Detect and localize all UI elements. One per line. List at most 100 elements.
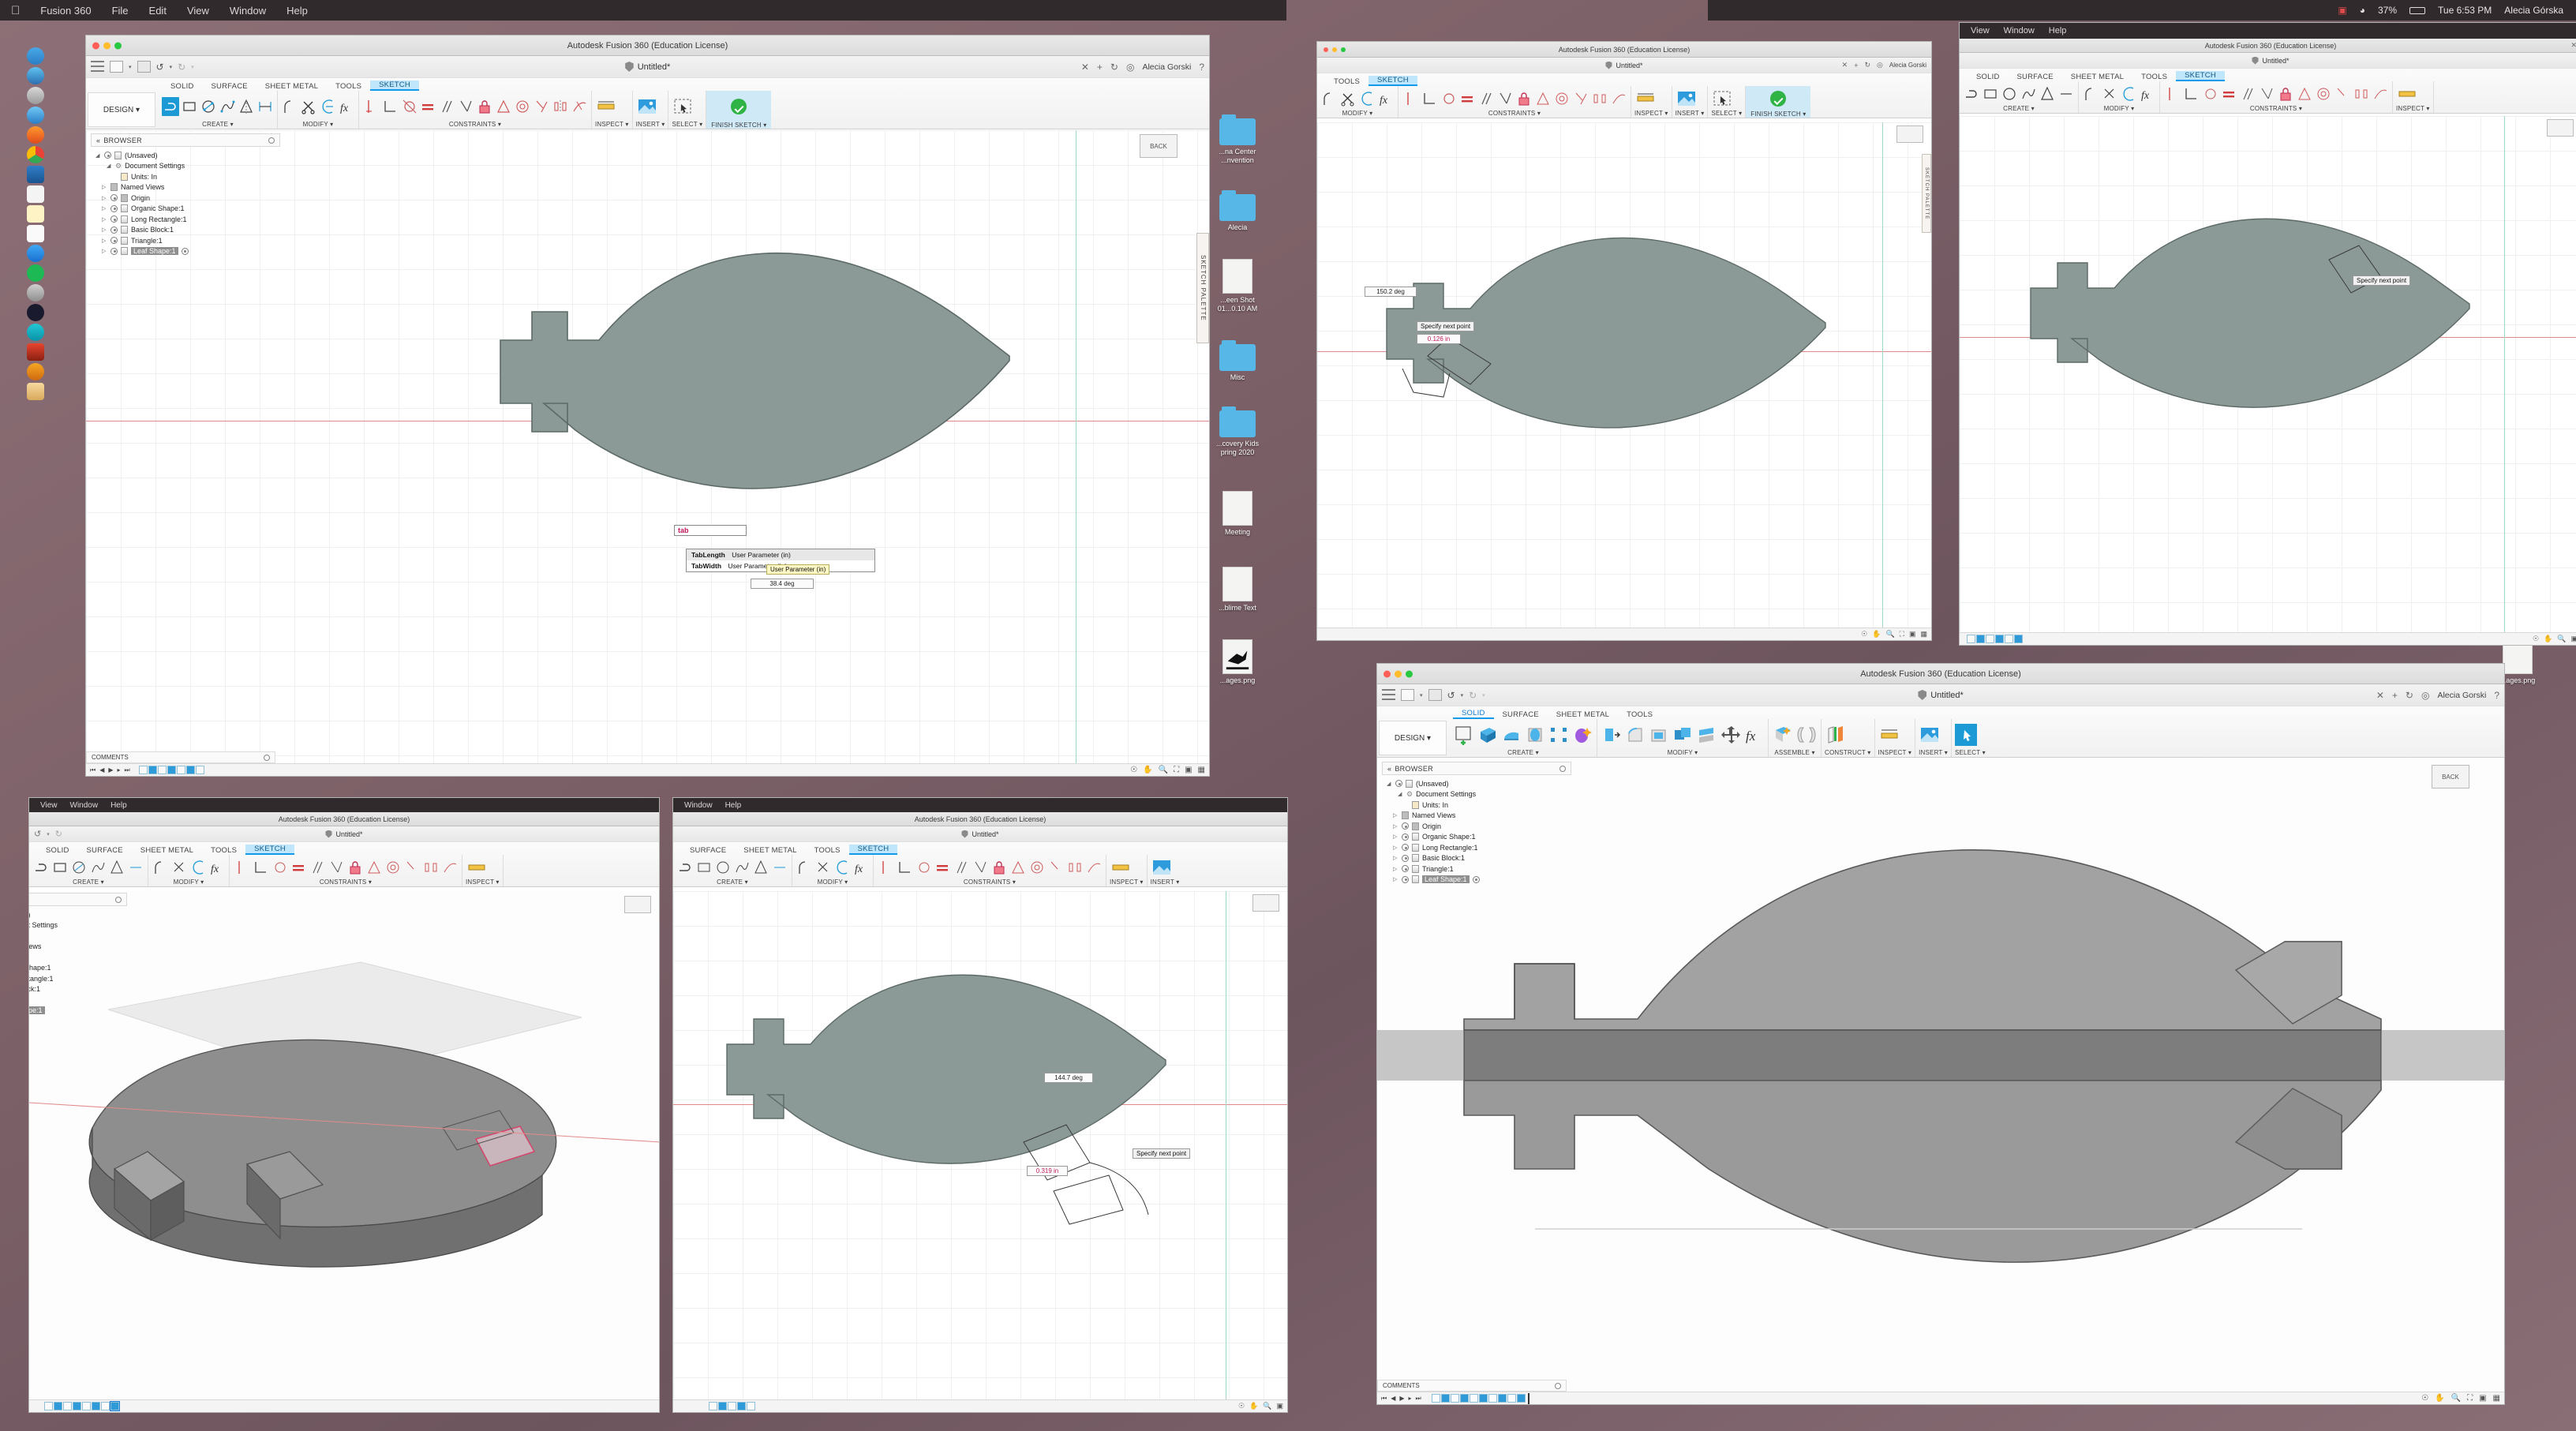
expander-icon[interactable]: ▷ — [102, 216, 107, 223]
timeline-sketch-chip[interactable] — [63, 1402, 72, 1410]
autocomplete-item-0[interactable]: TabLength User Parameter (in) — [687, 549, 874, 560]
fillet-tool-icon[interactable] — [796, 858, 813, 877]
fillet-tool-icon[interactable] — [2082, 84, 2099, 103]
spline-tool-icon[interactable] — [89, 858, 107, 877]
tab-tools[interactable]: TOOLS — [202, 846, 245, 855]
constraint-triangle-icon[interactable] — [1534, 89, 1552, 108]
timeline-last-icon[interactable]: ⏭ — [1416, 1395, 1421, 1403]
tab-tools[interactable]: TOOLS — [806, 846, 849, 855]
timeline-extrude-chip[interactable] — [737, 1402, 746, 1410]
dock-icon-zoom[interactable] — [27, 304, 44, 321]
visibility-icon[interactable] — [1402, 865, 1409, 873]
browser-header[interactable]: « BROWSER — [1382, 762, 1571, 775]
user-name-label[interactable]: Alecia Gorski — [1142, 62, 1191, 72]
timeline-extrude-chip[interactable] — [54, 1402, 62, 1410]
redo-icon[interactable]: ↻ — [55, 829, 62, 839]
tree-row-origin[interactable]: ▷ Origin — [95, 193, 283, 204]
view-cube[interactable] — [1252, 894, 1279, 912]
design-workspace-button[interactable]: DESIGN ▾ — [1379, 721, 1447, 755]
inspect-group-label[interactable]: INSPECT ▾ — [1878, 749, 1912, 756]
timeline-extrude-chip[interactable] — [1497, 1394, 1507, 1403]
constraints-group-label[interactable]: CONSTRAINTS ▾ — [2163, 105, 2389, 112]
expander-icon[interactable]: ▷ — [1393, 876, 1398, 882]
fillet-tool-icon[interactable] — [281, 97, 298, 116]
angle-dimension-box[interactable]: 150.2 deg — [1365, 287, 1417, 297]
constraint-midpoint-icon[interactable] — [403, 858, 421, 877]
sketch-dimension-icon[interactable] — [127, 858, 144, 877]
create-form-icon[interactable] — [1571, 724, 1593, 746]
timeline-sketch-chip[interactable] — [1507, 1394, 1516, 1403]
leaf-shape-sketch[interactable] — [2002, 184, 2547, 531]
tab-surface[interactable]: SURFACE — [78, 846, 132, 855]
inspect-group-label[interactable]: INSPECT ▾ — [1110, 878, 1144, 886]
timeline-sketch-chip[interactable] — [709, 1402, 717, 1410]
grid-settings-icon[interactable]: ▦ — [2493, 1394, 2500, 1403]
timeline-sketch-chip[interactable] — [2005, 635, 2013, 643]
zoom-icon[interactable]: 🔍 — [1885, 630, 1894, 639]
tree-row-leaf-shape[interactable]: ▷ Leaf Shape:1 — [1387, 875, 1574, 886]
tab-tools[interactable]: TOOLS — [1618, 710, 1661, 719]
menu-file[interactable]: File — [112, 5, 129, 17]
sketch-dimension-icon[interactable] — [256, 97, 274, 116]
fillet-tool-icon[interactable] — [152, 858, 169, 877]
constraint-parallel-icon[interactable] — [438, 97, 455, 116]
expander-icon[interactable]: ▷ — [102, 184, 107, 190]
create-group-label[interactable]: CREATE ▾ — [162, 121, 274, 128]
menu-window[interactable]: Window — [684, 801, 713, 810]
redo-icon[interactable]: ↻ — [1469, 690, 1477, 701]
close-tab-icon[interactable]: ✕ — [2376, 690, 2384, 701]
timeline-sketch-chip[interactable] — [176, 766, 185, 774]
revolve-icon[interactable] — [1500, 724, 1522, 746]
tab-sketch[interactable]: SKETCH — [245, 845, 294, 855]
sketch-palette-tab[interactable]: SKETCH PALETTE — [1922, 154, 1931, 233]
browser-settings-icon[interactable] — [268, 137, 275, 144]
tree-row-unsaved[interactable]: (Unsaved) — [29, 909, 135, 920]
leaf-shape-sketch[interactable] — [1355, 201, 1892, 556]
constraint-fix-icon[interactable] — [2163, 84, 2181, 103]
insert-group-label[interactable]: INSERT ▾ — [1676, 110, 1705, 117]
offset-tool-icon[interactable] — [189, 858, 207, 877]
sketch-dimension-icon[interactable] — [771, 858, 788, 877]
dock-icon-mail[interactable] — [27, 107, 44, 124]
parameters-fx-icon[interactable]: fx — [852, 858, 870, 877]
length-value-box[interactable]: 0.319 in — [1027, 1166, 1068, 1176]
desktop-icon[interactable]: ...een Shot 01...0.10 AM — [1206, 259, 1269, 313]
tab-sketch[interactable]: SKETCH — [1368, 76, 1417, 86]
constraint-parallel-icon[interactable] — [953, 858, 970, 877]
modify-group-label[interactable]: MODIFY ▾ — [1320, 110, 1395, 117]
close-icon[interactable]: ✕ — [2570, 41, 2576, 50]
dock-icon-finder[interactable] — [27, 47, 44, 65]
mirror-tool-icon[interactable] — [752, 858, 769, 877]
press-pull-icon[interactable] — [1601, 724, 1623, 746]
undo-chevron-icon[interactable]: ▾ — [1461, 692, 1464, 699]
tab-surface[interactable]: SURFACE — [1494, 710, 1548, 719]
constraint-triangle-icon[interactable] — [2296, 84, 2313, 103]
rectangle-tool-icon[interactable] — [181, 97, 198, 116]
timeline-track[interactable] — [1967, 635, 2023, 643]
timeline-prev-icon[interactable]: ◀ — [99, 766, 104, 774]
expander-icon[interactable]: ▷ — [102, 205, 107, 212]
rectangle-tool-icon[interactable] — [51, 858, 69, 877]
select-group-label[interactable]: SELECT ▾ — [1711, 110, 1742, 117]
menu-view[interactable]: View — [1971, 26, 1990, 36]
constraint-curvature-icon[interactable] — [1085, 858, 1103, 877]
constraint-fix-icon[interactable] — [1402, 89, 1419, 108]
dock-icon-spotify[interactable] — [27, 264, 44, 282]
timeline-sketch-chip[interactable] — [728, 1402, 736, 1410]
construct-group-label[interactable]: CONSTRUCT ▾ — [1825, 749, 1871, 756]
leaf-shape-sketch[interactable] — [697, 938, 1249, 1286]
timeline-sketch-chip[interactable] — [1967, 635, 1975, 643]
trim-scissors-icon[interactable] — [2101, 84, 2118, 103]
orbit-icon[interactable]: ☉ — [1861, 630, 1867, 639]
tab-sheet-metal[interactable]: SHEET METAL — [735, 846, 805, 855]
tree-row-origin[interactable]: Origin — [29, 952, 135, 963]
tree-row-basic-block[interactable]: Basic Block:1 — [29, 984, 135, 995]
browser-settings-icon[interactable] — [115, 896, 122, 903]
redo-chevron-icon[interactable]: ▾ — [191, 64, 194, 70]
redo-icon[interactable]: ↻ — [178, 62, 185, 73]
view-cube[interactable] — [1896, 125, 1923, 143]
circle-tool-icon[interactable] — [70, 858, 88, 877]
modify-group-label[interactable]: MODIFY ▾ — [281, 121, 355, 128]
tree-row-long-rectangle[interactable]: ▷ Long Rectangle:1 — [95, 214, 283, 225]
constraint-concentric-icon[interactable] — [1553, 89, 1571, 108]
